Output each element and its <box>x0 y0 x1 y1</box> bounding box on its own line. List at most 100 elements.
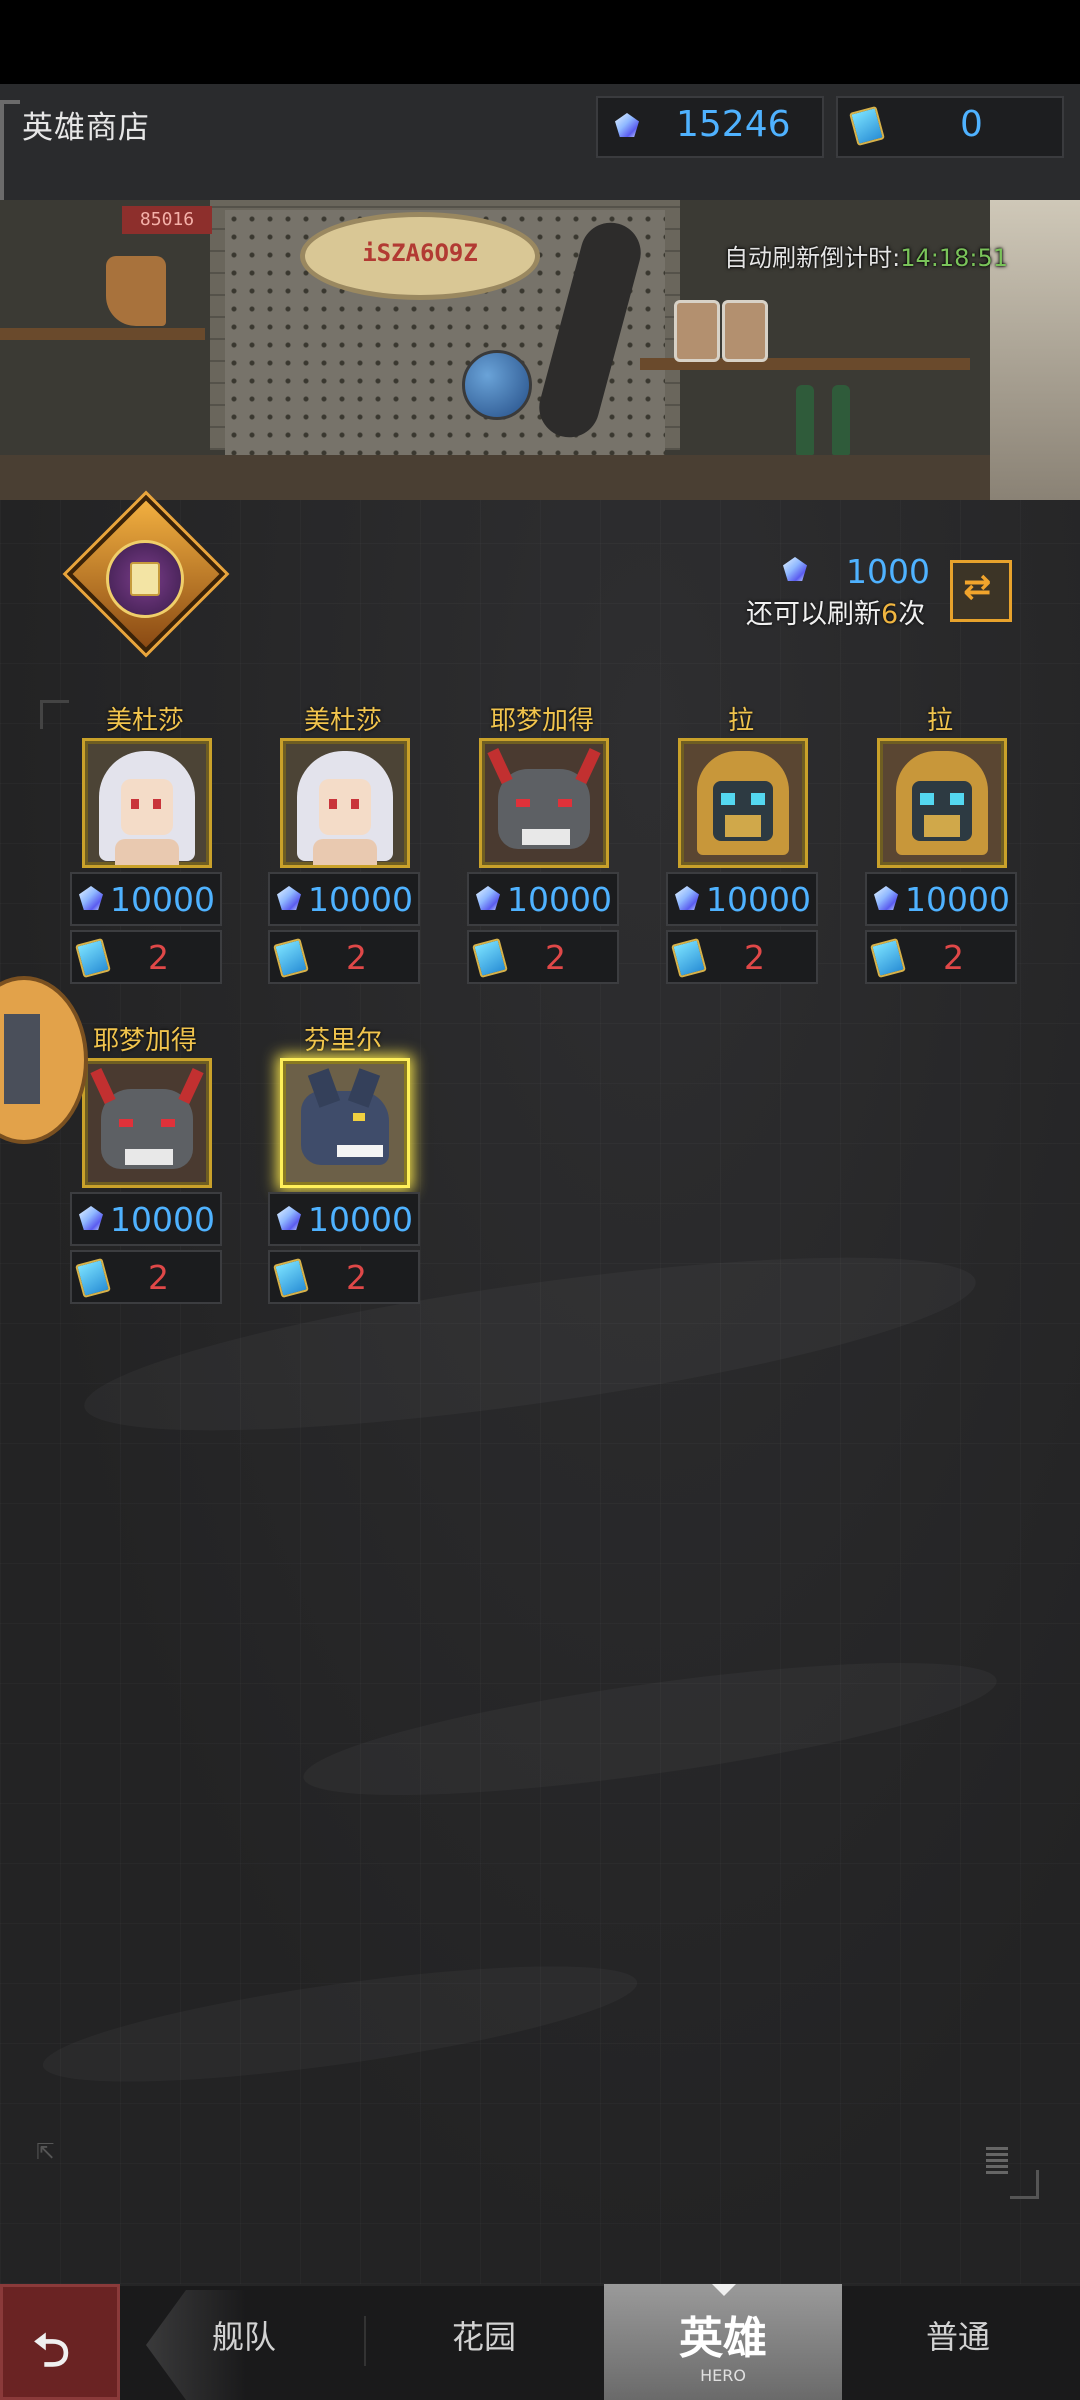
gem-icon <box>274 883 304 913</box>
ticket-price: 2 <box>545 938 566 977</box>
gem-icon <box>871 883 901 913</box>
back-button[interactable]: ⮌ <box>0 2284 120 2400</box>
hero-name: 美杜莎 <box>105 706 184 736</box>
refresh-remaining-count: 6 <box>881 599 899 630</box>
gem-price-button[interactable]: 10000 <box>70 872 222 926</box>
globe-prop <box>462 350 532 420</box>
ticket-price-button[interactable]: 2 <box>70 930 222 984</box>
gem-price-button[interactable]: 10000 <box>268 872 420 926</box>
ticket-icon <box>869 937 906 979</box>
ticket-price-button[interactable]: 2 <box>268 930 420 984</box>
gem-price: 10000 <box>110 1200 215 1239</box>
hero-portrait-jormungandr[interactable] <box>479 738 609 868</box>
gem-icon <box>473 883 503 913</box>
hero-name: 拉 <box>727 706 754 736</box>
refresh-button[interactable]: ⇄ <box>950 560 1012 622</box>
status-bar <box>0 0 1080 84</box>
ticket-price: 2 <box>346 1258 367 1297</box>
ticket-price-button[interactable]: 2 <box>70 1250 222 1304</box>
gem-price: 10000 <box>308 880 413 919</box>
tab-normal[interactable]: 普通 <box>926 2312 990 2358</box>
scene-code-plate: 85016 <box>122 206 212 234</box>
gem-icon <box>672 883 702 913</box>
hero-portrait-medusa[interactable] <box>280 738 410 868</box>
gem-price-button[interactable]: 10000 <box>865 872 1017 926</box>
ticket-icon <box>272 937 309 979</box>
gem-icon <box>612 110 642 140</box>
gem-price-button[interactable]: 10000 <box>467 872 619 926</box>
active-indicator <box>712 2284 736 2296</box>
ticket-icon <box>74 937 111 979</box>
refresh-icon: ⇄ <box>963 567 992 607</box>
refresh-cost-value: 1000 <box>846 552 930 591</box>
ticket-icon <box>74 1257 111 1299</box>
hero-card[interactable]: 美杜莎 10000 2 <box>70 700 222 1020</box>
gem-balance-value: 15246 <box>676 104 791 145</box>
hero-portrait-fenrir[interactable] <box>280 1058 410 1188</box>
boot-prop <box>106 256 166 326</box>
gem-price: 10000 <box>110 880 215 919</box>
auto-refresh-label: 自动刷新倒计时: <box>724 244 901 272</box>
gem-price: 10000 <box>507 880 612 919</box>
ticket-price-button[interactable]: 2 <box>865 930 1017 984</box>
nav-divider <box>364 2316 366 2366</box>
refresh-remaining-prefix: 还可以刷新 <box>746 599 881 630</box>
hero-portrait-ra[interactable] <box>678 738 808 868</box>
gem-icon <box>780 554 810 584</box>
hero-card[interactable]: 美杜莎 10000 2 <box>268 700 420 1020</box>
hero-card-selected[interactable]: 芬里尔 10000 2 <box>268 1020 420 1340</box>
tab-hero-sublabel: HERO <box>700 2366 746 2385</box>
hero-name: 美杜莎 <box>303 706 382 736</box>
expand-icon: ⇱ <box>36 2140 55 2165</box>
list-icon <box>986 2144 1008 2174</box>
gem-price-button[interactable]: 10000 <box>70 1192 222 1246</box>
tab-hero-label: 英雄 <box>679 2313 767 2364</box>
hero-card[interactable]: 耶梦加得 10000 2 <box>467 700 619 1020</box>
tab-hero[interactable]: 英雄 HERO <box>604 2284 842 2400</box>
hero-shop-emblem-icon <box>60 494 228 654</box>
hero-name: 芬里尔 <box>303 1026 382 1056</box>
ticket-price: 2 <box>148 938 169 977</box>
gem-price-button[interactable]: 10000 <box>666 872 818 926</box>
scene-sign-text: iSZA6O9Z <box>362 239 478 267</box>
ticket-balance-value: 0 <box>960 104 983 145</box>
hero-name: 耶梦加得 <box>489 706 594 736</box>
gem-icon <box>274 1203 304 1233</box>
gem-icon <box>76 883 106 913</box>
tab-fleet[interactable]: 舰队 <box>212 2312 276 2358</box>
hero-card[interactable]: 耶梦加得 10000 2 <box>70 1020 222 1340</box>
ticket-price: 2 <box>744 938 765 977</box>
gem-price: 10000 <box>905 880 1010 919</box>
auto-refresh-time: 14:18:51 <box>900 244 1008 272</box>
ticket-icon <box>471 937 508 979</box>
tab-garden[interactable]: 花园 <box>452 2312 516 2358</box>
auto-refresh-timer: 自动刷新倒计时:14:18:51 <box>724 238 1008 273</box>
ticket-price: 2 <box>346 938 367 977</box>
hero-portrait-medusa[interactable] <box>82 738 212 868</box>
hero-card[interactable]: 拉 10000 2 <box>666 700 818 1020</box>
refresh-cost: 1000 <box>780 552 960 592</box>
hero-card[interactable]: 拉 10000 2 <box>865 700 1017 1020</box>
ticket-price: 2 <box>943 938 964 977</box>
hero-portrait-jormungandr[interactable] <box>82 1058 212 1188</box>
ticket-price: 2 <box>148 1258 169 1297</box>
back-arrow-icon: ⮌ <box>33 2323 70 2377</box>
refresh-remaining: 还可以刷新6次 <box>746 592 925 631</box>
ticket-icon <box>272 1257 309 1299</box>
refresh-remaining-suffix: 次 <box>898 599 926 630</box>
gem-price: 10000 <box>706 880 811 919</box>
gem-balance[interactable]: 15246 <box>596 96 824 158</box>
ticket-balance[interactable]: 0 <box>836 96 1064 158</box>
gem-price: 10000 <box>308 1200 413 1239</box>
hero-portrait-ra[interactable] <box>877 738 1007 868</box>
ticket-icon <box>670 937 707 979</box>
ticket-icon <box>848 105 885 147</box>
ticket-price-button[interactable]: 2 <box>467 930 619 984</box>
knight-avatar-icon <box>4 1014 40 1104</box>
hero-name: 拉 <box>926 706 953 736</box>
gem-price-button[interactable]: 10000 <box>268 1192 420 1246</box>
ticket-price-button[interactable]: 2 <box>268 1250 420 1304</box>
ticket-price-button[interactable]: 2 <box>666 930 818 984</box>
gem-icon <box>76 1203 106 1233</box>
page-title: 英雄商店 <box>22 110 150 146</box>
